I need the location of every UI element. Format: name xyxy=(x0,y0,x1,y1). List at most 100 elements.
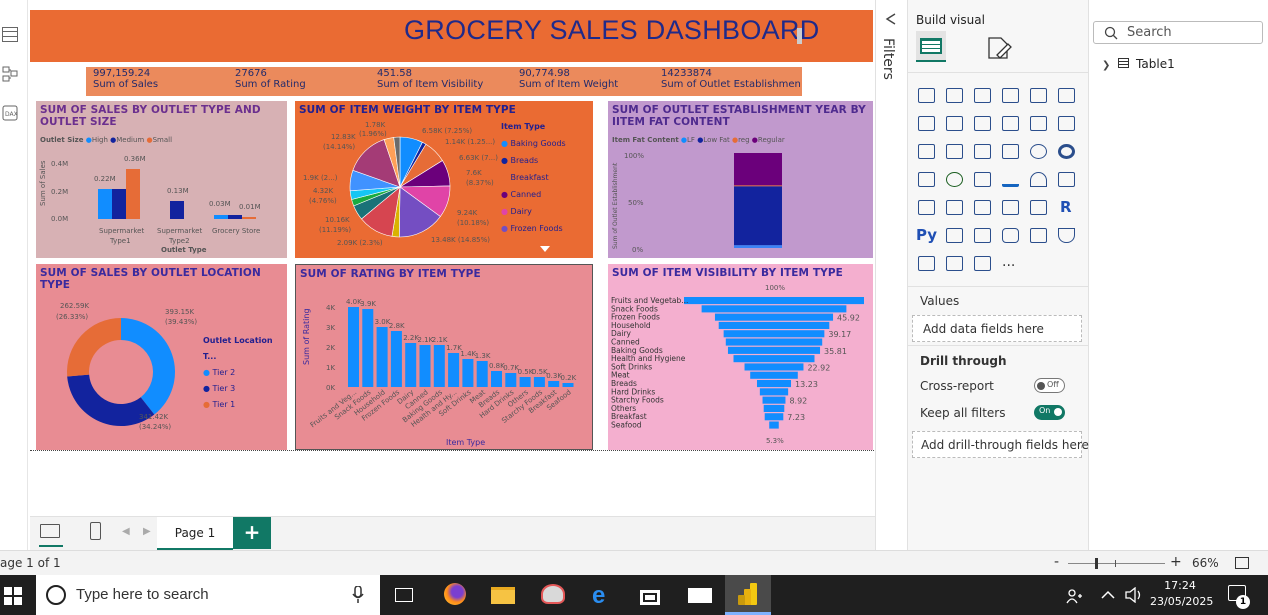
clustered-bar-chart-icon[interactable] xyxy=(974,88,991,103)
goals-icon[interactable] xyxy=(1058,228,1075,243)
funnel-bar[interactable] xyxy=(756,380,792,388)
bar[interactable] xyxy=(548,381,560,387)
funnel-bar[interactable] xyxy=(750,371,798,379)
table-view-icon[interactable] xyxy=(2,27,18,42)
funnel-bar[interactable] xyxy=(762,396,786,404)
snip-tool-icon[interactable] xyxy=(541,584,565,604)
bar-type1-high[interactable] xyxy=(98,189,112,219)
mobile-layout-icon[interactable] xyxy=(90,522,101,540)
bar[interactable] xyxy=(376,327,388,387)
search-input[interactable]: Search xyxy=(1127,25,1172,40)
filled-map-icon[interactable] xyxy=(974,172,991,187)
matrix-icon[interactable] xyxy=(1030,200,1047,215)
visual-establishment-by-fat[interactable]: SUM OF OUTLET ESTABLISHMENT YEAR BY IITE… xyxy=(608,101,873,258)
collapse-arrow-icon[interactable] xyxy=(884,12,898,26)
funnel-bar[interactable] xyxy=(714,313,834,321)
treemap-icon[interactable] xyxy=(918,172,935,187)
line-column-chart-icon[interactable] xyxy=(1030,116,1047,131)
bar-grocery-small[interactable] xyxy=(242,217,256,219)
bar-grocery-high[interactable] xyxy=(214,215,228,219)
ribbon-chart-icon[interactable] xyxy=(918,144,935,159)
stacked-bar[interactable] xyxy=(734,153,782,248)
search-box[interactable]: Search xyxy=(1093,21,1263,44)
clock[interactable]: 17:24 23/05/2025 xyxy=(1150,578,1213,610)
line-clustered-column-icon[interactable] xyxy=(1058,116,1075,131)
bar[interactable] xyxy=(533,377,545,387)
mail-icon[interactable] xyxy=(688,588,712,603)
zoom-in-button[interactable]: + xyxy=(1170,554,1182,570)
funnel-bar[interactable] xyxy=(725,338,823,346)
funnel-bar[interactable] xyxy=(718,321,830,329)
bar[interactable] xyxy=(462,359,474,387)
stack-segment-reg[interactable] xyxy=(734,185,782,187)
values-drop-zone[interactable]: Add data fields here xyxy=(912,315,1082,342)
visual-sales-by-outlet-type[interactable]: SUM OF SALES BY OUTLET TYPE AND OUTLET S… xyxy=(36,101,287,258)
taskbar-search-input[interactable]: Type here to search xyxy=(76,586,209,603)
bar[interactable] xyxy=(562,383,574,387)
funnel-bar[interactable] xyxy=(744,363,804,371)
line-chart-icon[interactable] xyxy=(918,116,935,131)
clustered-column-chart-icon[interactable] xyxy=(1002,88,1019,103)
donut-slice-tier-2[interactable] xyxy=(121,318,175,415)
multi-row-card-icon[interactable] xyxy=(918,200,935,215)
map-icon[interactable] xyxy=(946,172,963,187)
drill-through-drop-zone[interactable]: Add drill-through fields here xyxy=(912,431,1089,458)
bar[interactable] xyxy=(433,345,445,387)
people-icon[interactable] xyxy=(1065,587,1083,605)
windows-start-icon[interactable] xyxy=(4,587,22,605)
more-visuals-icon[interactable]: ... xyxy=(1002,254,1015,270)
keep-filters-toggle[interactable]: On xyxy=(1034,405,1065,420)
bar[interactable] xyxy=(390,331,402,387)
visual-sales-by-location[interactable]: SUM OF SALES BY OUTLET LOCATION TYPE 393… xyxy=(36,264,287,450)
zoom-slider-thumb[interactable] xyxy=(1095,558,1098,569)
pie-chart-icon[interactable] xyxy=(1030,144,1047,159)
funnel-bar[interactable] xyxy=(684,297,864,305)
python-visual-icon[interactable]: Py xyxy=(916,226,937,244)
funnel-bar[interactable] xyxy=(769,421,779,429)
desktop-layout-icon[interactable] xyxy=(40,524,60,538)
r-script-icon[interactable]: R xyxy=(1060,198,1072,216)
bar[interactable] xyxy=(505,373,517,387)
visual-visibility-funnel[interactable]: SUM OF ITEM VISIBILITY BY ITEM TYPE 100%… xyxy=(608,264,873,450)
bar[interactable] xyxy=(419,345,431,387)
bar-type1-medium[interactable] xyxy=(112,189,126,219)
funnel-bar[interactable] xyxy=(759,388,789,396)
funnel-bar[interactable] xyxy=(763,404,785,412)
paginated-report-icon[interactable] xyxy=(918,256,935,271)
key-influencers-icon[interactable] xyxy=(946,228,963,243)
bar[interactable] xyxy=(405,343,417,387)
bar-type1-small[interactable] xyxy=(126,169,140,219)
card-icon[interactable] xyxy=(1058,172,1075,187)
stack-segment-low-fat[interactable] xyxy=(734,186,782,246)
funnel-bar[interactable] xyxy=(733,355,815,363)
decomposition-tree-icon[interactable] xyxy=(974,228,991,243)
stack-segment-regular[interactable] xyxy=(734,153,782,186)
zoom-slider[interactable] xyxy=(1068,558,1165,569)
area-chart-icon[interactable] xyxy=(946,116,963,131)
store-icon[interactable] xyxy=(640,585,660,605)
donut-slice-tier-1[interactable] xyxy=(67,318,121,377)
bar[interactable] xyxy=(519,377,531,387)
gauge-icon[interactable] xyxy=(1030,172,1047,187)
chevron-up-icon[interactable] xyxy=(1101,590,1115,600)
funnel-bar[interactable] xyxy=(764,413,784,421)
microphone-icon[interactable] xyxy=(352,586,364,604)
bar[interactable] xyxy=(448,353,460,387)
qna-icon[interactable] xyxy=(1002,228,1019,243)
bar[interactable] xyxy=(348,307,359,387)
taskbar-search[interactable]: Type here to search xyxy=(36,575,380,615)
filters-pane[interactable]: Filters xyxy=(875,0,906,550)
slicer-icon[interactable] xyxy=(974,200,991,215)
visual-item-weight-pie[interactable]: SUM OF ITEM WEIGHT BY ITEM TYPE 1.78K (1… xyxy=(295,101,593,258)
bar[interactable] xyxy=(476,361,488,387)
build-visual-tab[interactable] xyxy=(916,31,946,62)
power-automate-icon[interactable] xyxy=(974,256,991,271)
table-tree-item[interactable]: ❯ Table1 xyxy=(1102,57,1175,71)
next-page-icon[interactable]: ▶ xyxy=(143,526,151,537)
chevron-right-icon[interactable]: ❯ xyxy=(1102,60,1110,71)
kpi-icon[interactable] xyxy=(946,200,963,215)
stacked-column-chart-icon[interactable] xyxy=(946,88,963,103)
task-view-icon[interactable] xyxy=(395,588,413,602)
page-tab-1[interactable]: Page 1 xyxy=(157,517,233,551)
funnel-bar[interactable] xyxy=(727,346,821,354)
